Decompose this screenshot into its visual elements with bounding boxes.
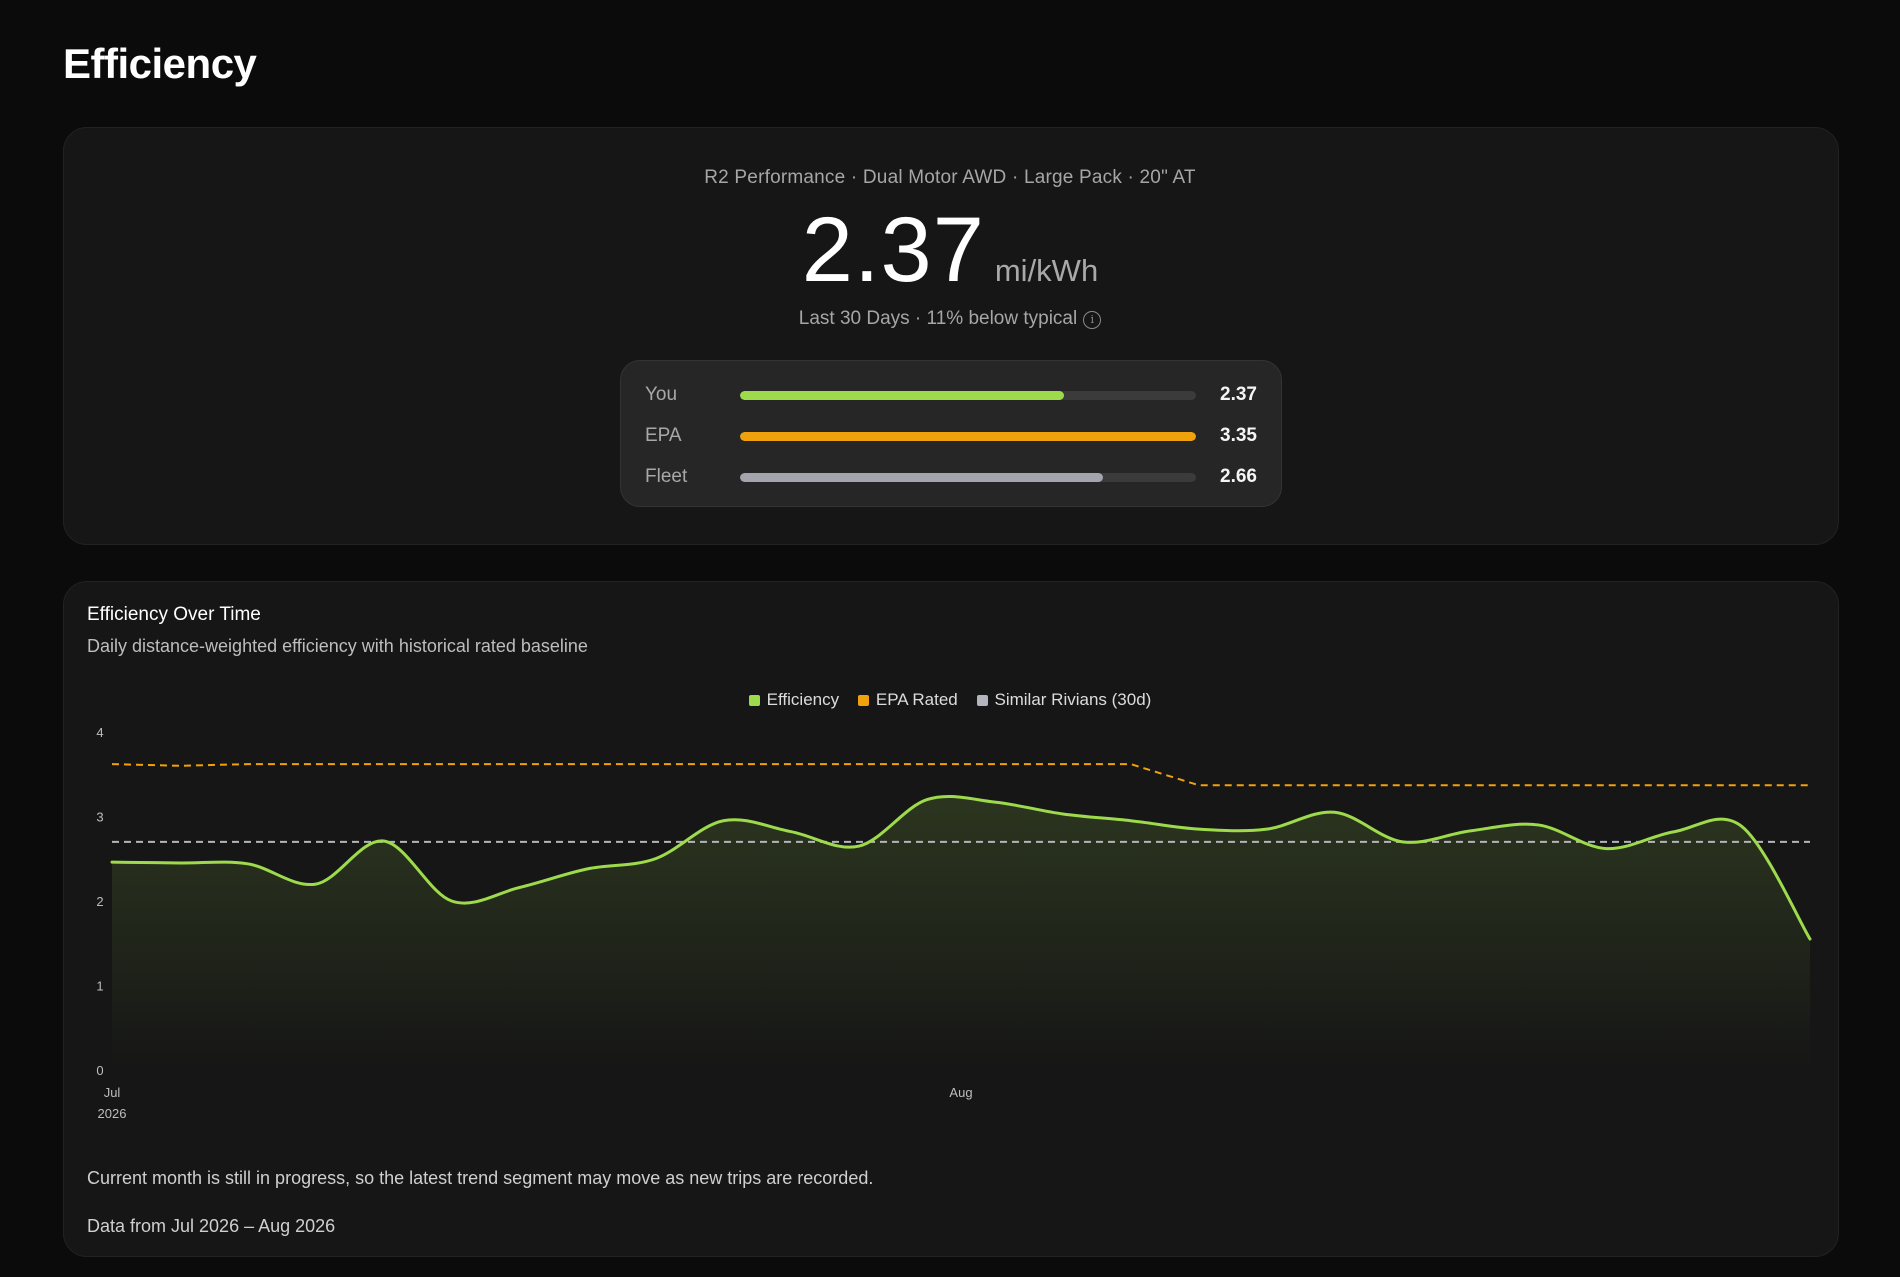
legend-item-similar-rivians[interactable]: Similar Rivians (30d): [976, 690, 1152, 710]
legend-item-epa-rated[interactable]: EPA Rated: [857, 690, 958, 710]
comparison-value: 2.66: [1220, 466, 1257, 487]
chart-subtitle: Daily distance-weighted efficiency with …: [87, 636, 588, 656]
info-icon[interactable]: i: [1083, 311, 1102, 329]
efficiency-readout: 2.37 mi/kWh: [0, 198, 1900, 303]
comparison-panel: You 2.37 EPA 3.35 Fleet 2.66: [620, 360, 1282, 507]
efficiency-chart[interactable]: 0 1 2 3 4 Jul 2026 Aug: [80, 720, 1820, 1130]
comparison-track: [740, 473, 1196, 482]
y-tick-label: 3: [96, 810, 103, 825]
period-summary: Last 30 Days · 11% below typical i: [0, 308, 1900, 330]
legend-label: EPA Rated: [875, 690, 958, 709]
legend-label: Efficiency: [766, 690, 840, 709]
x-tick-label: Jul: [104, 1085, 121, 1100]
chart-title: Efficiency Over Time: [87, 604, 261, 625]
legend-swatch: [976, 694, 988, 706]
legend-item-efficiency[interactable]: Efficiency: [748, 690, 840, 710]
efficiency-area: [112, 796, 1810, 1070]
legend-swatch: [748, 694, 760, 706]
legend-label: Similar Rivians (30d): [994, 690, 1152, 709]
y-tick-label: 1: [96, 979, 103, 994]
comparison-bar-epa: [740, 432, 1196, 441]
comparison-label: EPA: [645, 425, 682, 446]
y-tick-label: 4: [96, 725, 103, 740]
comparison-row-epa: EPA 3.35: [621, 422, 1281, 452]
comparison-row-fleet: Fleet 2.66: [621, 463, 1281, 493]
vehicle-config: R2 Performance · Dual Motor AWD · Large …: [704, 167, 1196, 188]
comparison-row-you: You 2.37: [621, 381, 1281, 411]
comparison-value: 2.37: [1220, 384, 1257, 405]
comparison-bar-fleet: [740, 473, 1103, 482]
chart-note: Current month is still in progress, so t…: [87, 1168, 874, 1188]
y-tick-label: 2: [96, 894, 103, 909]
x-tick-label: 2026: [98, 1106, 127, 1121]
efficiency-value: 2.37: [801, 199, 985, 301]
legend-swatch: [857, 694, 869, 706]
x-tick-label: Aug: [949, 1085, 972, 1100]
data-range: Data from Jul 2026 – Aug 2026: [87, 1216, 336, 1236]
epa-rated-line: [111, 763, 1810, 787]
comparison-track: [740, 391, 1196, 400]
comparison-track: [740, 432, 1196, 441]
efficiency-unit: mi/kWh: [994, 253, 1099, 288]
comparison-bar-you: [740, 391, 1064, 400]
comparison-label: You: [645, 384, 678, 405]
chart-legend: Efficiency EPA Rated Similar Rivians (30…: [0, 690, 1900, 711]
comparison-label: Fleet: [645, 466, 688, 487]
comparison-value: 3.35: [1220, 425, 1257, 446]
efficiency-page: Efficiency R2 Performance · Dual Motor A…: [0, 0, 1900, 1277]
y-tick-label: 0: [96, 1063, 103, 1078]
period-text: Last 30 Days · 11% below typical: [798, 308, 1078, 329]
page-title: Efficiency: [63, 40, 257, 87]
